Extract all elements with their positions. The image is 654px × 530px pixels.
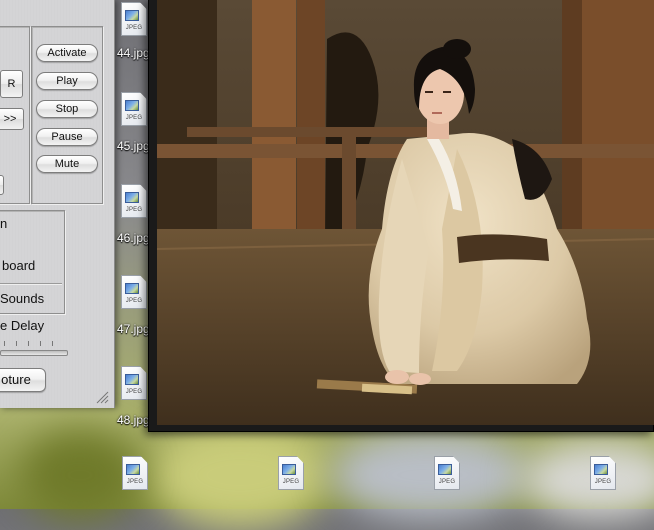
option-label: n — [0, 216, 8, 231]
slider-ticks — [4, 341, 64, 346]
jpeg-file-icon[interactable]: JPEG — [276, 456, 306, 496]
jpeg-file-icon[interactable]: JPEG — [119, 184, 149, 224]
delay-label: e Delay — [0, 318, 45, 333]
mute-button[interactable]: Mute — [36, 155, 98, 173]
jpeg-file-icon[interactable]: JPEG — [119, 2, 149, 42]
video-scene — [157, 0, 654, 425]
jpeg-file-icon[interactable]: JPEG — [119, 275, 149, 315]
file-label[interactable]: 47.jpg — [117, 322, 150, 336]
wallpaper-glow — [520, 440, 654, 520]
control-panel-window: Activate Play Stop Pause Mute R >> n boa… — [0, 0, 115, 408]
jpeg-file-icon[interactable]: JPEG — [119, 366, 149, 406]
resize-grip-icon[interactable] — [95, 390, 109, 404]
partial-button[interactable] — [0, 175, 4, 195]
jpeg-file-icon[interactable]: JPEG — [120, 456, 150, 496]
divider — [0, 283, 62, 284]
option-label-sounds: Sounds — [0, 291, 45, 306]
option-label-keyboard: board — [2, 258, 36, 273]
file-label[interactable]: 45.jpg — [117, 139, 150, 153]
delay-slider[interactable] — [0, 350, 68, 356]
next-button[interactable]: >> — [0, 108, 24, 130]
pause-button[interactable]: Pause — [36, 128, 98, 146]
stop-button[interactable]: Stop — [36, 100, 98, 118]
r-button[interactable]: R — [0, 70, 23, 98]
capture-button[interactable]: oture — [0, 368, 46, 392]
movie-window[interactable] — [148, 0, 654, 432]
jpeg-file-icon[interactable]: JPEG — [119, 92, 149, 132]
activate-button[interactable]: Activate — [36, 44, 98, 62]
file-label[interactable]: 46.jpg — [117, 231, 150, 245]
jpeg-file-icon[interactable]: JPEG — [432, 456, 462, 496]
wallpaper-glow — [330, 430, 530, 520]
video-frame[interactable] — [157, 0, 654, 425]
jpeg-file-icon[interactable]: JPEG — [588, 456, 618, 496]
file-label[interactable]: 44.jpg — [117, 46, 150, 60]
file-label[interactable]: 48.jpg — [117, 413, 150, 427]
play-button[interactable]: Play — [36, 72, 98, 90]
